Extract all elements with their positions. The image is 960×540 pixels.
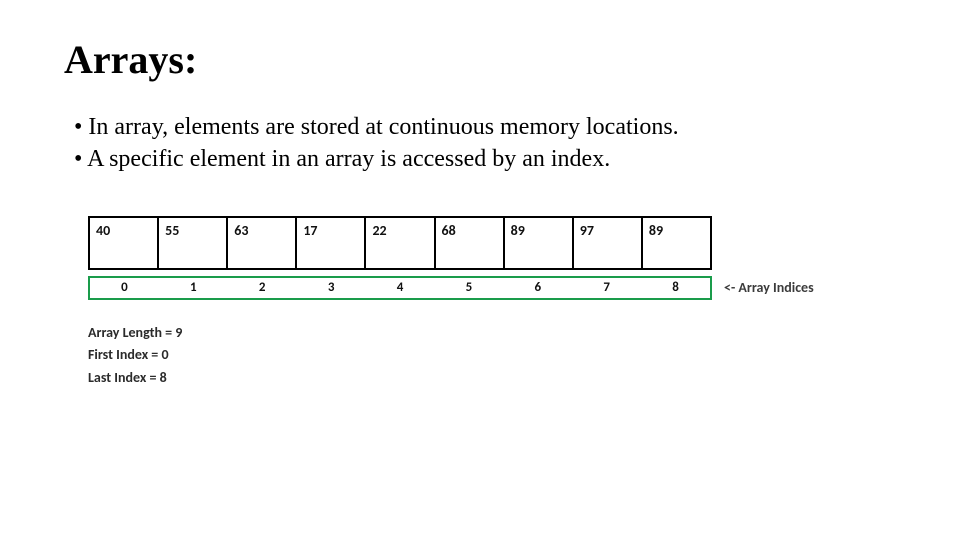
meta-length: Array Length = 9: [88, 322, 896, 344]
array-cell: 55: [159, 218, 228, 268]
indices-label: <- Array Indices: [724, 279, 814, 296]
array-cell: 68: [436, 218, 505, 268]
bullet-text: In array, elements are stored at continu…: [88, 114, 678, 140]
slide: Arrays: • In array, elements are stored …: [0, 0, 960, 540]
array-cell: 40: [90, 218, 159, 268]
array-cell: 17: [297, 218, 366, 268]
array-meta: Array Length = 9 First Index = 0 Last In…: [88, 322, 896, 389]
page-title: Arrays:: [64, 36, 896, 83]
array-cell: 89: [643, 218, 710, 268]
meta-first: First Index = 0: [88, 344, 896, 366]
array-index: 2: [228, 278, 297, 298]
array-index: 5: [434, 278, 503, 298]
array-values-row: 40 55 63 17 22 68 89 97 89: [88, 216, 712, 270]
array-index: 8: [641, 278, 710, 298]
array-index: 0: [90, 278, 159, 298]
bullet-text: A specific element in an array is access…: [87, 146, 610, 172]
bullet-item: • A specific element in an array is acce…: [74, 143, 896, 175]
array-indices-wrap: 0 1 2 3 4 5 6 7 8 <- Array Indices: [88, 276, 896, 300]
array-cell: 89: [505, 218, 574, 268]
bullet-list: • In array, elements are stored at conti…: [74, 111, 896, 176]
array-index: 3: [297, 278, 366, 298]
array-index: 7: [572, 278, 641, 298]
array-index: 4: [366, 278, 435, 298]
bullet-item: • In array, elements are stored at conti…: [74, 111, 896, 143]
array-index: 6: [503, 278, 572, 298]
array-cell: 22: [366, 218, 435, 268]
array-diagram: 40 55 63 17 22 68 89 97 89 0 1 2 3 4 5 6…: [88, 216, 896, 389]
array-cell: 97: [574, 218, 643, 268]
meta-last: Last Index = 8: [88, 367, 896, 389]
array-cell: 63: [228, 218, 297, 268]
array-indices-row: 0 1 2 3 4 5 6 7 8: [88, 276, 712, 300]
array-index: 1: [159, 278, 228, 298]
